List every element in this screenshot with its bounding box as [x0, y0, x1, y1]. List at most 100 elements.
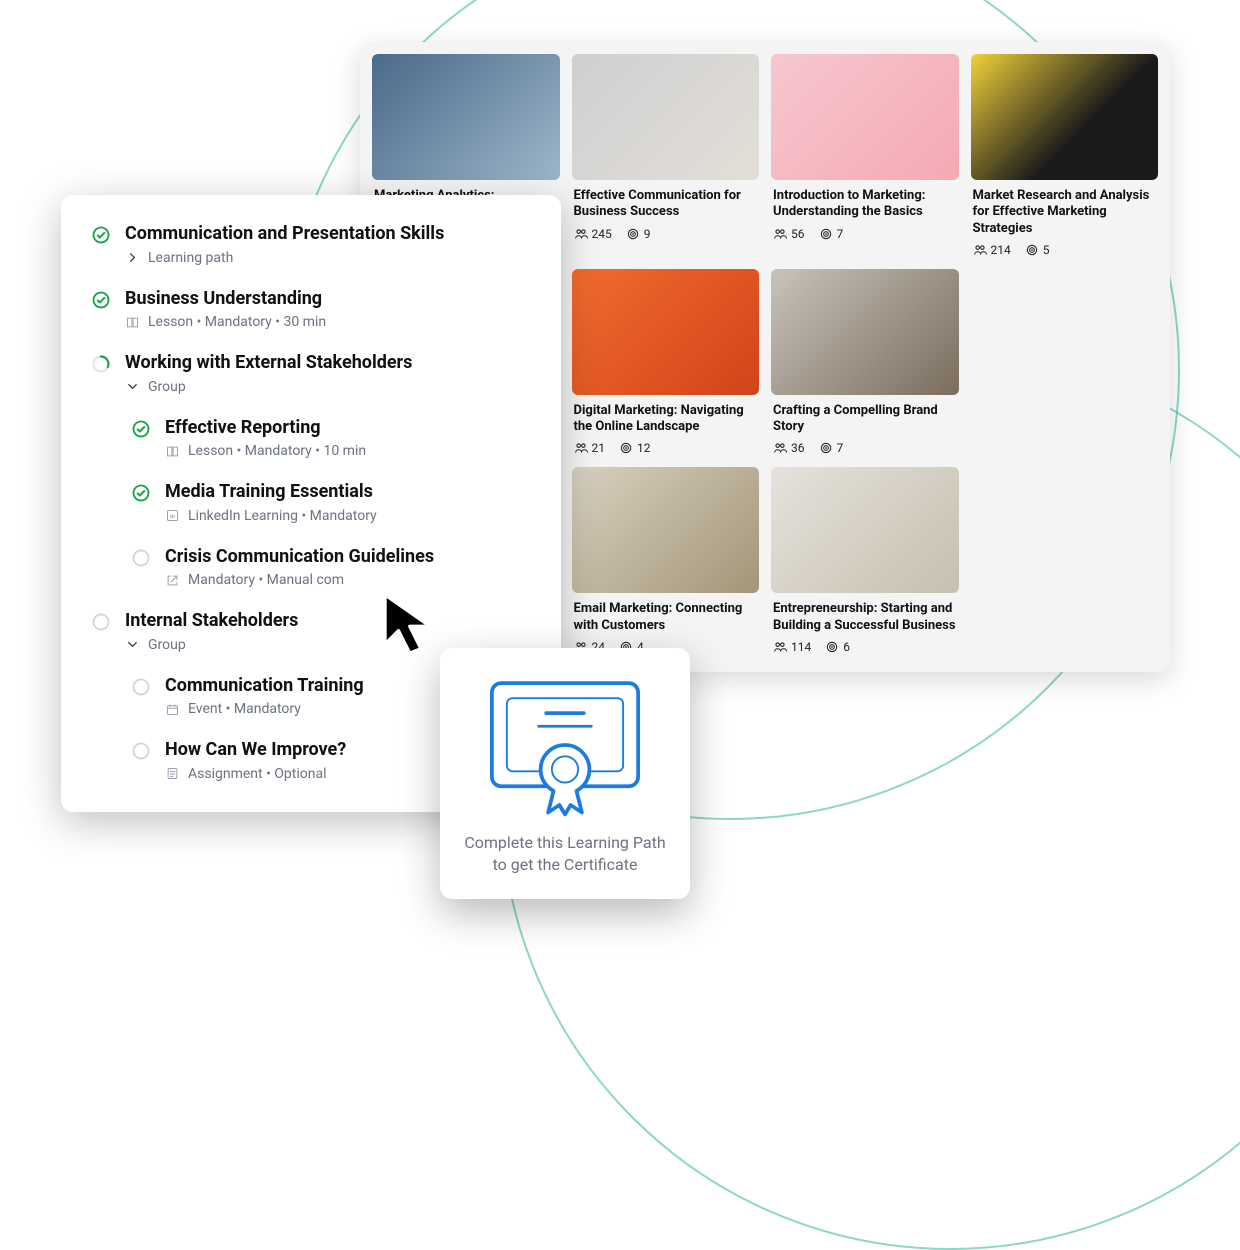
course-stats: 2112	[574, 441, 758, 455]
course-title: Digital Marketing: Navigating the Online…	[574, 403, 758, 436]
spacer	[971, 269, 1159, 456]
course-stats: 56 7	[773, 227, 957, 241]
course-title: Market Research and Analysis for Effecti…	[973, 188, 1157, 237]
people-icon	[973, 243, 987, 257]
target-icon	[819, 441, 833, 455]
course-title: Entrepreneurship: Starting and Building …	[773, 601, 957, 634]
course-thumbnail	[572, 467, 760, 593]
course-thumbnail	[771, 54, 959, 180]
people-icon	[773, 441, 787, 455]
course-title: Crafting a Compelling Brand Story	[773, 403, 957, 436]
item-type: Learning path	[148, 250, 233, 266]
item-type: Lesson • Mandatory • 30 min	[148, 314, 326, 330]
course-thumbnail	[971, 54, 1159, 180]
certificate-icon	[480, 670, 650, 820]
item-meta: in LinkedIn Learning • Mandatory	[165, 508, 531, 524]
course-card[interactable]: Market Research and Analysis for Effecti…	[971, 54, 1159, 257]
course-thumbnail	[572, 269, 760, 395]
certificate-text: Complete this Learning Path to get the C…	[458, 832, 672, 877]
targets-count: 7	[819, 227, 844, 241]
people-icon	[574, 441, 588, 455]
item-type: Assignment • Optional	[188, 766, 326, 782]
learning-path-item[interactable]: Internal StakeholdersGroup	[91, 610, 531, 653]
status-indicator	[91, 352, 111, 395]
target-icon	[619, 441, 633, 455]
course-card[interactable]: Digital Marketing: Navigating the Online…	[572, 269, 760, 456]
check-circle-icon	[131, 483, 151, 503]
item-title: Media Training Essentials	[165, 481, 531, 504]
book-icon	[125, 315, 140, 330]
target-icon	[1025, 243, 1039, 257]
enrolled-count: 21	[574, 441, 606, 455]
status-indicator	[131, 417, 151, 460]
chevron-down-icon	[125, 379, 140, 394]
item-type: Lesson • Mandatory • 10 min	[188, 443, 366, 459]
external-link-icon	[165, 573, 180, 588]
item-body: Effective Reporting Lesson • Mandatory • …	[165, 417, 531, 460]
empty-circle-icon	[131, 548, 151, 568]
item-title: Working with External Stakeholders	[125, 352, 531, 375]
certificate-callout: Complete this Learning Path to get the C…	[440, 648, 690, 899]
learning-path-item[interactable]: Working with External Stakeholders Group	[91, 352, 531, 395]
course-card[interactable]: Introduction to Marketing: Understanding…	[771, 54, 959, 257]
course-card[interactable]: Crafting a Compelling Brand Story367	[771, 269, 959, 456]
assignment-icon	[165, 766, 180, 781]
empty-circle-icon	[91, 612, 111, 632]
progress-circle-icon	[91, 354, 111, 374]
people-icon	[574, 227, 588, 241]
status-indicator	[131, 481, 151, 524]
enrolled-count: 56	[773, 227, 805, 241]
item-body: Communication and Presentation Skills Lea…	[125, 223, 531, 266]
learning-path-item[interactable]: Crisis Communication Guidelines Mandatory…	[91, 546, 531, 589]
target-icon	[819, 227, 833, 241]
item-type: Mandatory • Manual com	[188, 572, 344, 588]
learning-path-item[interactable]: Media Training Essentials in LinkedIn Lear…	[91, 481, 531, 524]
course-stats: 1146	[773, 640, 957, 654]
item-body: Media Training Essentials in LinkedIn Lear…	[165, 481, 531, 524]
item-body: Working with External Stakeholders Group	[125, 352, 531, 395]
course-thumbnail	[572, 54, 760, 180]
course-card[interactable]: Email Marketing: Connecting with Custome…	[572, 467, 760, 654]
course-title: Effective Communication for Business Suc…	[574, 188, 758, 221]
status-indicator	[131, 546, 151, 589]
status-indicator	[131, 675, 151, 718]
item-body: Crisis Communication Guidelines Mandatory…	[165, 546, 531, 589]
target-icon	[825, 640, 839, 654]
empty-circle-icon	[131, 741, 151, 761]
check-circle-icon	[131, 419, 151, 439]
item-type: LinkedIn Learning • Mandatory	[188, 508, 377, 524]
linkedin-icon: in	[165, 508, 180, 523]
learning-path-item[interactable]: Business Understanding Lesson • Mandatory…	[91, 288, 531, 331]
enrolled-count: 245	[574, 227, 612, 241]
course-card[interactable]: Entrepreneurship: Starting and Building …	[771, 467, 959, 654]
chevron-down-icon	[125, 637, 140, 652]
item-title: Internal Stakeholders	[125, 610, 531, 633]
people-icon	[773, 227, 787, 241]
item-body: Business Understanding Lesson • Mandatory…	[125, 288, 531, 331]
item-meta: Mandatory • Manual com	[165, 572, 531, 588]
course-card[interactable]: Effective Communication for Business Suc…	[572, 54, 760, 257]
targets-count: 9	[626, 227, 651, 241]
book-icon	[165, 444, 180, 459]
item-type: Group	[148, 379, 186, 395]
targets-count: 6	[825, 640, 850, 654]
item-title: Effective Reporting	[165, 417, 531, 440]
check-circle-icon	[91, 225, 111, 245]
course-thumbnail	[771, 269, 959, 395]
status-indicator	[131, 739, 151, 782]
course-thumbnail	[372, 54, 560, 180]
course-title: Introduction to Marketing: Understanding…	[773, 188, 957, 221]
course-thumbnail	[771, 467, 959, 593]
svg-text:in: in	[170, 514, 175, 520]
item-title: Crisis Communication Guidelines	[165, 546, 531, 569]
people-icon	[773, 640, 787, 654]
learning-path-item[interactable]: Communication and Presentation Skills Lea…	[91, 223, 531, 266]
item-meta: Group	[125, 379, 531, 395]
targets-count: 5	[1025, 243, 1050, 257]
item-title: Business Understanding	[125, 288, 531, 311]
empty-circle-icon	[131, 677, 151, 697]
enrolled-count: 214	[973, 243, 1011, 257]
status-indicator	[91, 610, 111, 653]
learning-path-item[interactable]: Effective Reporting Lesson • Mandatory • …	[91, 417, 531, 460]
item-title: Communication and Presentation Skills	[125, 223, 531, 246]
